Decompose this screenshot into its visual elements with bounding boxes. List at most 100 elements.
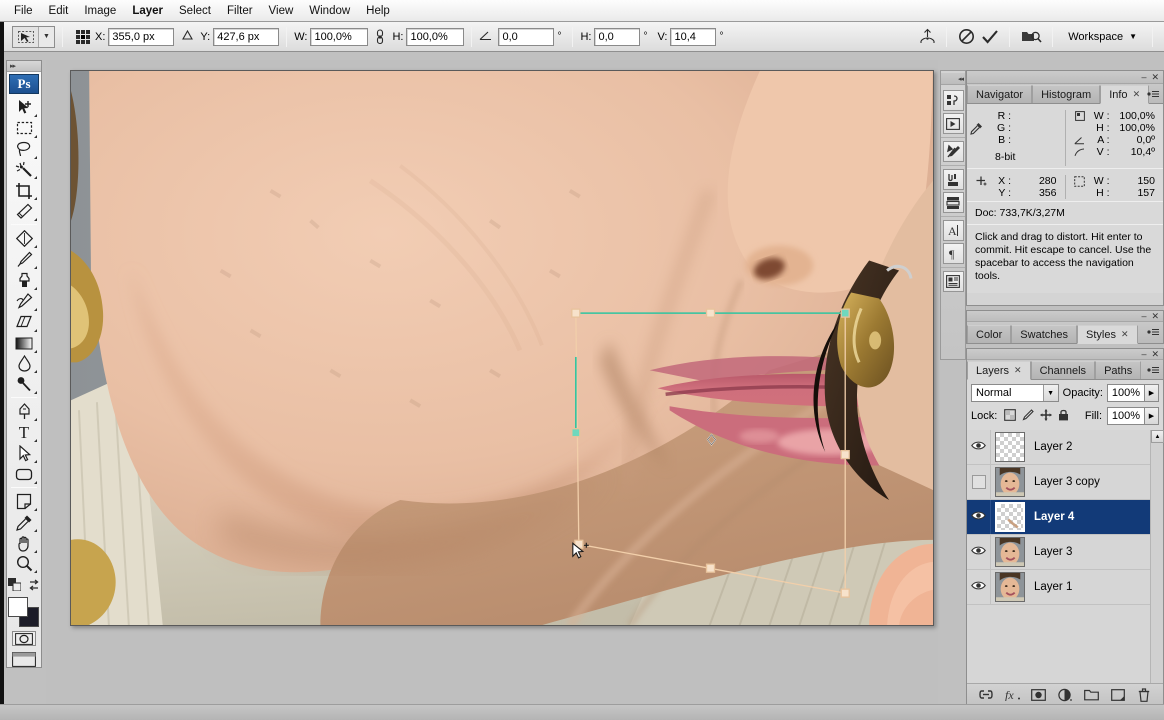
tab-paths[interactable]: Paths [1095, 361, 1142, 379]
path-selection-tool[interactable] [9, 443, 39, 464]
add-layer-mask-icon[interactable] [1030, 686, 1048, 704]
gradient-tool[interactable] [9, 333, 39, 354]
eraser-tool[interactable] [9, 312, 39, 333]
opacity-stepper-icon[interactable]: ▶ [1145, 384, 1159, 402]
reference-point-grid-icon[interactable] [76, 29, 90, 44]
lasso-tool[interactable] [9, 139, 39, 160]
image-canvas[interactable] [70, 70, 934, 626]
quick-mask-mode-icon[interactable] [12, 630, 36, 647]
screen-mode-icon[interactable] [10, 651, 38, 667]
panel-menu-icon[interactable] [1147, 326, 1160, 337]
new-layer-icon[interactable] [1109, 686, 1127, 704]
layer-thumb nail[interactable] [995, 572, 1025, 602]
lock-all-icon[interactable] [1058, 409, 1069, 424]
menu-file[interactable]: File [6, 1, 41, 21]
eye-icon-off[interactable] [971, 475, 986, 489]
layers-panel-titlebar[interactable]: – ✕ [967, 349, 1163, 360]
go-to-bridge-icon[interactable] [1017, 26, 1045, 48]
y-input[interactable]: 427,6 px [213, 27, 280, 46]
cancel-transform-icon[interactable] [954, 26, 978, 48]
color-swatches[interactable] [8, 597, 40, 628]
table-row[interactable]: Layer 3 [967, 535, 1163, 570]
rotate-angle-input[interactable]: 0,0 [498, 27, 555, 46]
layer-visibility-toggle[interactable] [967, 430, 991, 464]
tab-navigator[interactable]: Navigator [967, 85, 1033, 103]
layer-visibility-toggle[interactable] [967, 570, 991, 604]
tool-preset-chevron-down-icon[interactable]: ▼ [39, 26, 54, 47]
warp-mode-icon[interactable] [915, 26, 939, 48]
tool-presets-panel-icon[interactable] [942, 113, 964, 134]
opacity-input[interactable]: 100% [1107, 384, 1145, 402]
tab-color[interactable]: Color [967, 325, 1012, 343]
menu-select[interactable]: Select [171, 1, 219, 21]
blend-mode-select[interactable]: Normal ▼ [971, 384, 1059, 402]
layer-list-scrollbar[interactable]: ▲ [1150, 430, 1164, 683]
move-tool[interactable] [9, 97, 39, 118]
swap-colors-icon[interactable] [28, 579, 40, 594]
fill-input[interactable]: 100% [1107, 407, 1145, 425]
close-icon[interactable]: ✕ [1151, 311, 1159, 321]
minimize-icon[interactable]: – [1141, 349, 1146, 359]
close-icon[interactable]: ✕ [1121, 329, 1129, 340]
minimize-icon[interactable]: – [1141, 72, 1146, 82]
tab-swatches[interactable]: Swatches [1011, 325, 1077, 343]
minimize-icon[interactable]: – [1141, 311, 1146, 321]
paragraph-panel-icon[interactable]: ¶ [942, 243, 964, 264]
tab-styles[interactable]: Styles ✕ [1077, 325, 1138, 344]
layer-thumbnail[interactable] [995, 467, 1025, 497]
table-row[interactable]: Layer 4 [967, 500, 1163, 535]
tool-preset-picker[interactable]: ▼ [12, 25, 55, 48]
chain-link-icon[interactable] [373, 27, 387, 47]
skew-v-input[interactable]: 10,4 [670, 27, 717, 46]
dodge-tool[interactable] [9, 374, 39, 395]
clone-stamp-tool[interactable] [9, 270, 39, 291]
info-panel-titlebar[interactable]: – ✕ [967, 71, 1163, 84]
lock-transparent-pixels-icon[interactable] [1004, 408, 1017, 424]
character-panel-icon[interactable]: A [942, 220, 964, 241]
table-row[interactable]: Layer 2 [967, 430, 1163, 465]
layer-thumbnail[interactable] [995, 537, 1025, 567]
add-layer-style-icon[interactable]: fx [1003, 686, 1021, 704]
eye-icon[interactable] [971, 545, 986, 559]
notes-tool[interactable] [9, 491, 39, 512]
panel-menu-icon[interactable] [1147, 88, 1160, 99]
history-brush-tool[interactable] [9, 291, 39, 312]
brushes-panel-icon[interactable] [942, 90, 964, 111]
menu-view[interactable]: View [261, 1, 302, 21]
skew-h-input[interactable]: 0,0 [594, 27, 641, 46]
layer-visibility-toggle[interactable] [967, 535, 991, 569]
tab-info[interactable]: Info ✕ [1100, 85, 1150, 104]
foreground-color-swatch[interactable] [8, 597, 28, 618]
pen-tool[interactable] [9, 401, 39, 422]
commit-transform-icon[interactable] [978, 26, 1002, 48]
layer-visibility-toggle[interactable] [967, 500, 991, 534]
brush-tool[interactable] [9, 249, 39, 270]
x-input[interactable]: 355,0 px [108, 27, 175, 46]
layer-visibility-toggle[interactable] [967, 465, 991, 499]
menu-window[interactable]: Window [301, 1, 358, 21]
chevron-down-icon[interactable]: ▼ [1042, 385, 1058, 401]
layer-thumbnail[interactable] [995, 432, 1025, 462]
type-tool[interactable]: T [9, 422, 39, 443]
tab-histogram[interactable]: Histogram [1032, 85, 1101, 103]
layer-comps-panel-icon[interactable] [942, 169, 964, 190]
crop-tool[interactable] [9, 180, 39, 201]
eye-icon[interactable] [971, 440, 986, 454]
slice-tool[interactable] [9, 201, 39, 222]
eye-icon[interactable] [971, 580, 986, 594]
history-actions-panel-icon[interactable] [942, 141, 964, 162]
tools-panel-collapse[interactable]: ▸▸ [7, 61, 41, 73]
dock-expand-button[interactable]: ◂◂ [941, 73, 965, 85]
hand-tool[interactable] [9, 533, 39, 554]
default-colors-icon[interactable] [8, 578, 22, 594]
info-panel-icon[interactable] [942, 271, 964, 292]
lock-image-pixels-icon[interactable] [1022, 408, 1035, 424]
tab-channels[interactable]: Channels [1030, 361, 1096, 379]
tab-layers[interactable]: Layers ✕ [967, 361, 1031, 380]
new-group-icon[interactable] [1082, 686, 1100, 704]
workspace-button[interactable]: Workspace ▼ [1060, 27, 1145, 47]
width-input[interactable]: 100,0% [310, 27, 369, 46]
rectangle-shape-tool[interactable] [9, 464, 39, 485]
eyedropper-tool[interactable] [9, 512, 39, 533]
menu-help[interactable]: Help [358, 1, 398, 21]
